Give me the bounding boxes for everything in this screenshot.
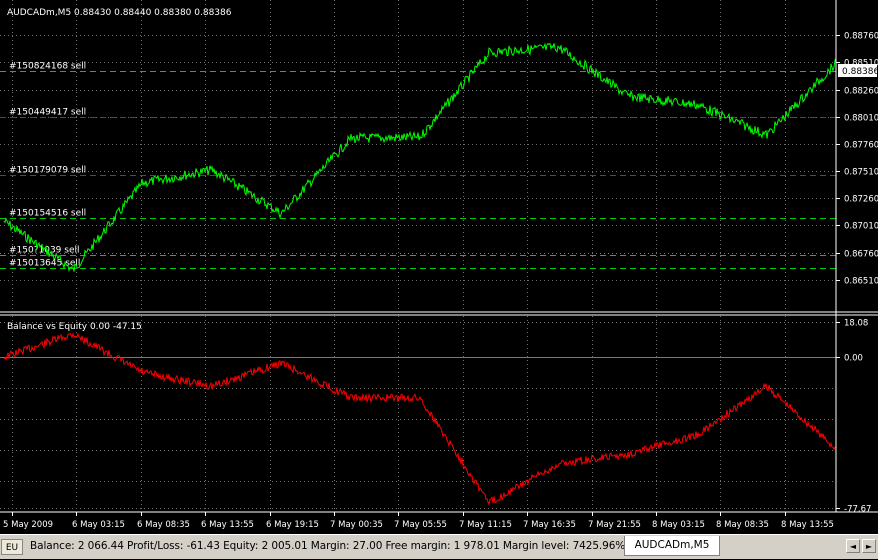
time-axis-label: 7 May 11:15	[459, 520, 512, 530]
price-axis-label: 0.88010	[844, 114, 878, 124]
time-axis-label: 7 May 00:35	[330, 520, 383, 530]
tab-audcad-m5[interactable]: AUDCADm,M5	[624, 536, 720, 556]
time-axis-label: 8 May 08:35	[716, 520, 769, 530]
scroll-right-icon[interactable]: ►	[862, 539, 876, 553]
time-axis-label: 6 May 13:55	[201, 520, 254, 530]
price-axis-label: 0.87260	[844, 195, 878, 205]
price-axis-label: 0.88760	[844, 32, 878, 42]
price-axis-label: 0.86760	[844, 250, 878, 260]
time-axis-label: 8 May 13:55	[781, 520, 834, 530]
terminal-window: #150824168 sell #150449417 sell #150179079…	[0, 0, 878, 559]
time-axis-label: 6 May 03:15	[72, 520, 125, 530]
time-axis-label: 7 May 05:55	[394, 520, 447, 530]
price-axis-label: 0.87010	[844, 222, 878, 232]
account-status-text: Balance: 2 066.44 Profit/Loss: -61.43 Eq…	[30, 540, 626, 552]
eu-tab[interactable]: EU	[1, 539, 23, 555]
chart-header: AUDCADm,M5 0.88430 0.88440 0.88380 0.883…	[7, 8, 232, 18]
time-axis-label: 7 May 21:55	[588, 520, 641, 530]
account-summary: EU Balance: 2 066.44 Profit/Loss: -61.43…	[0, 535, 626, 560]
chart-area[interactable]: #150824168 sell #150449417 sell #150179079…	[0, 0, 878, 534]
indicator-axis-label: -77.67	[844, 505, 871, 515]
price-axis-label: 0.87510	[844, 168, 878, 178]
order-label: #150154516 sell	[9, 209, 86, 219]
status-bar: EU Balance: 2 066.44 Profit/Loss: -61.43…	[0, 534, 878, 559]
time-axis-label: 7 May 16:35	[523, 520, 576, 530]
indicator-axis-label: 0.00	[844, 354, 863, 364]
order-label: #150?1039 sell	[9, 246, 80, 256]
tab-scroll-arrows: ◄ ►	[846, 539, 876, 555]
chart-background	[0, 0, 878, 534]
indicator-axis-label: 18.08	[844, 319, 868, 329]
order-label: #150449417 sell	[9, 108, 86, 118]
scroll-left-icon[interactable]: ◄	[846, 539, 860, 553]
order-label: #150179079 sell	[9, 166, 86, 176]
time-axis-label: 6 May 19:15	[266, 520, 319, 530]
current-price-label: 0.88386	[842, 67, 878, 77]
indicator-title: Balance vs Equity 0.00 -47.15	[7, 322, 142, 332]
time-axis-label: 6 May 08:35	[137, 520, 190, 530]
price-axis-label: 0.88260	[844, 87, 878, 97]
order-label: #150824168 sell	[9, 62, 86, 72]
time-axis-label: 5 May 2009	[3, 520, 53, 530]
price-axis-label: 0.86510	[844, 277, 878, 287]
time-axis-label: 8 May 03:15	[652, 520, 705, 530]
price-axis-label: 0.87760	[844, 141, 878, 151]
